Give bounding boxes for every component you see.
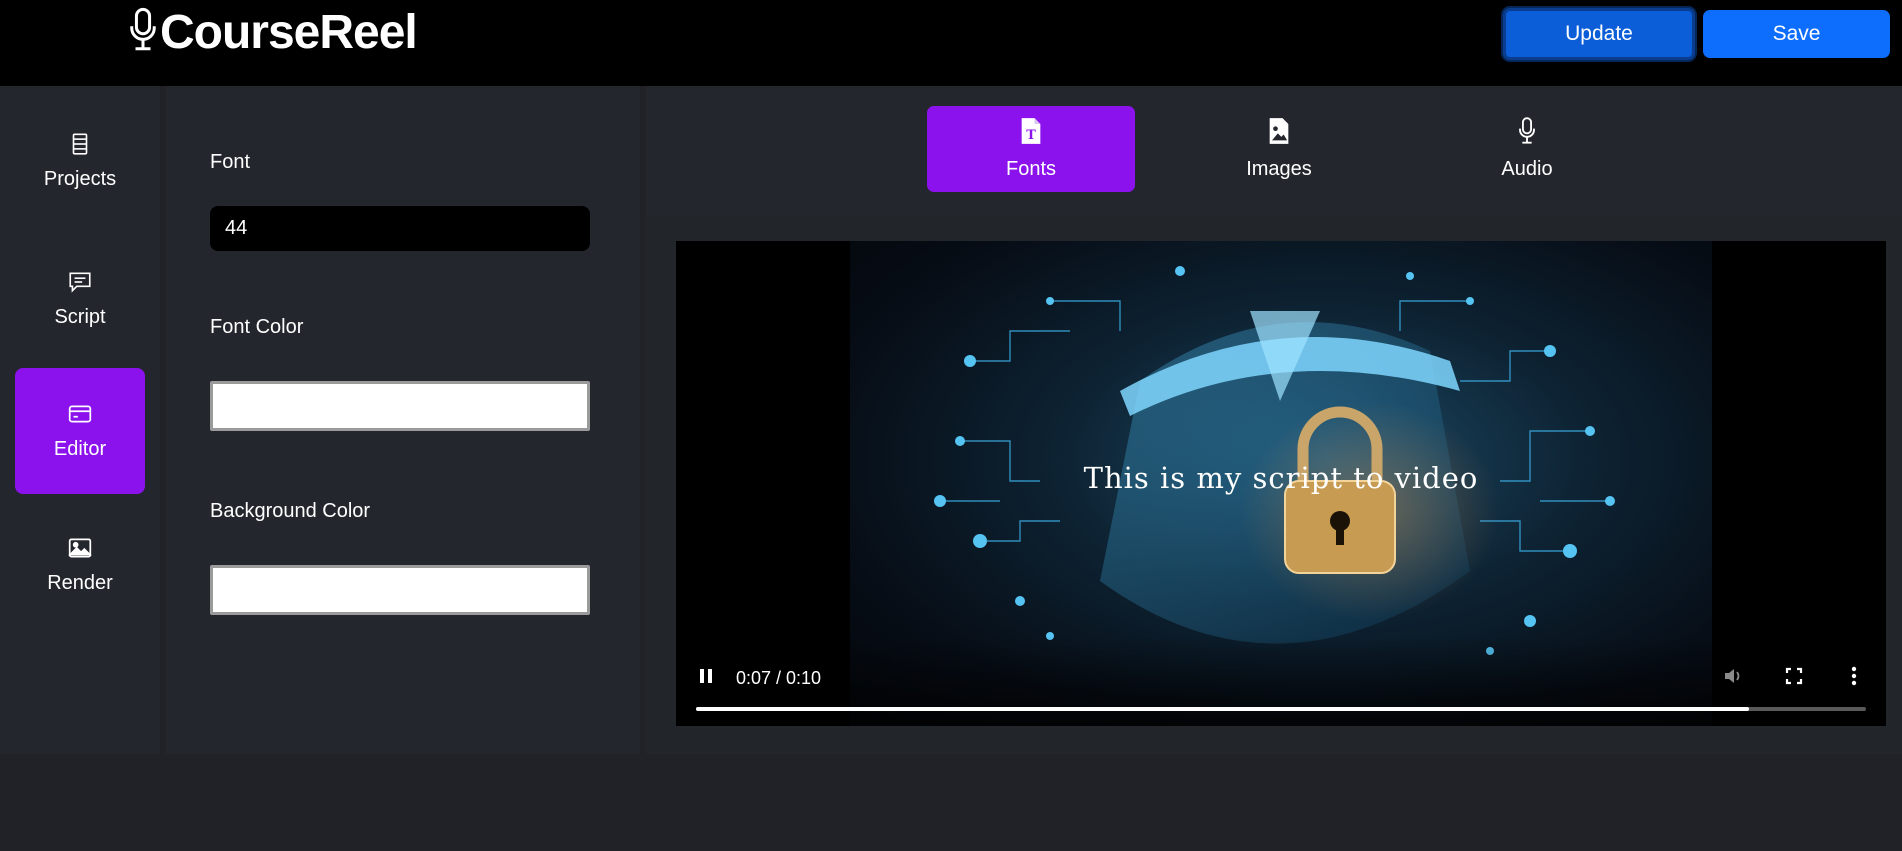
pause-button[interactable] bbox=[694, 666, 718, 690]
tab-images[interactable]: Images bbox=[1175, 106, 1383, 192]
card-icon bbox=[67, 401, 93, 432]
more-options-button[interactable] bbox=[1841, 665, 1867, 691]
preview-area: T Fonts Images Audio This is my script t… bbox=[646, 86, 1902, 754]
list-icon bbox=[67, 131, 93, 162]
progress-bar[interactable] bbox=[696, 707, 1866, 711]
sidebar-item-script[interactable]: Script bbox=[15, 236, 145, 362]
mute-button[interactable] bbox=[1721, 665, 1747, 691]
more-vertical-icon bbox=[1851, 666, 1857, 691]
sidebar-item-label: Projects bbox=[43, 168, 117, 190]
tab-audio[interactable]: Audio bbox=[1423, 106, 1631, 192]
asset-tabs: T Fonts Images Audio bbox=[646, 86, 1902, 216]
tab-label: Images bbox=[1246, 158, 1312, 180]
sidebar-item-label: Editor bbox=[53, 438, 107, 460]
fullscreen-icon bbox=[1785, 667, 1803, 690]
video-controls: 0:07 / 0:10 bbox=[676, 636, 1886, 726]
sidebar-item-label: Render bbox=[47, 572, 113, 594]
sidebar-item-render[interactable]: Render bbox=[15, 502, 145, 628]
save-button[interactable]: Save bbox=[1703, 10, 1890, 58]
sidebar-item-projects[interactable]: Projects bbox=[15, 98, 145, 224]
sidebar-item-label: Script bbox=[54, 306, 106, 328]
progress-fill bbox=[696, 707, 1749, 711]
top-bar: CourseReel Update Save bbox=[0, 0, 1902, 86]
app-title: CourseReel bbox=[160, 5, 418, 59]
pause-icon bbox=[698, 667, 714, 690]
font-color-picker[interactable] bbox=[210, 381, 590, 431]
svg-text:T: T bbox=[1026, 128, 1036, 143]
microphone-icon bbox=[1514, 117, 1540, 150]
update-button[interactable]: Update bbox=[1503, 8, 1695, 60]
file-font-icon: T bbox=[1018, 117, 1044, 150]
playback-time: 0:07 / 0:10 bbox=[736, 668, 822, 688]
tab-label: Audio bbox=[1501, 158, 1553, 180]
background-color-label: Background Color bbox=[210, 500, 371, 522]
app-logo[interactable]: CourseReel bbox=[128, 4, 418, 60]
font-properties-panel: Font Font Color Background Color bbox=[166, 86, 640, 754]
video-caption: This is my script to video bbox=[1083, 461, 1479, 495]
video-player[interactable]: This is my script to video 0:07 / 0:10 bbox=[676, 241, 1886, 726]
chat-icon bbox=[67, 269, 93, 300]
sidebar-nav: Projects Script Editor Render bbox=[0, 86, 160, 754]
volume-muted-icon bbox=[1723, 666, 1745, 691]
microphone-icon bbox=[128, 7, 158, 58]
tab-label: Fonts bbox=[1005, 158, 1057, 180]
font-color-label: Font Color bbox=[210, 316, 304, 338]
fullscreen-button[interactable] bbox=[1781, 665, 1807, 691]
background-color-picker[interactable] bbox=[210, 565, 590, 615]
tab-fonts[interactable]: T Fonts bbox=[927, 106, 1135, 192]
sidebar-item-editor[interactable]: Editor bbox=[15, 368, 145, 494]
font-size-input[interactable] bbox=[210, 206, 590, 251]
file-image-icon bbox=[1266, 117, 1292, 150]
font-label: Font bbox=[210, 151, 251, 173]
image-icon bbox=[67, 535, 93, 566]
